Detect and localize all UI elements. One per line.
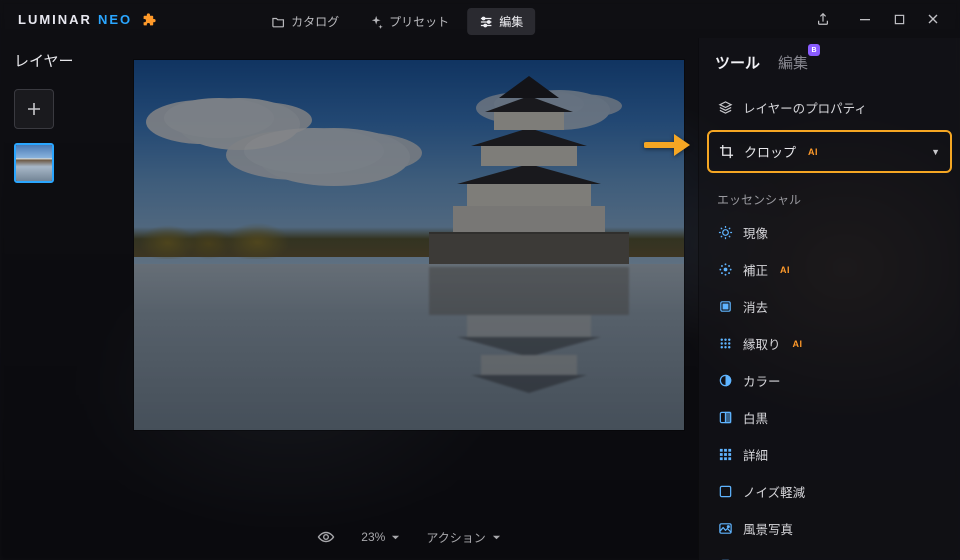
canvas-area: 23% アクション xyxy=(120,38,698,560)
relight-icon xyxy=(717,336,733,352)
color-icon xyxy=(717,373,733,389)
photo-canvas[interactable] xyxy=(134,60,684,430)
tool-vignette-label: ビネット xyxy=(743,556,793,560)
tool-color[interactable]: カラー xyxy=(699,362,960,399)
visibility-toggle[interactable] xyxy=(317,528,335,546)
close-button[interactable] xyxy=(916,4,950,34)
layers-icon xyxy=(717,100,733,116)
tab-edit-label: 編集 xyxy=(499,13,523,30)
tutorial-arrow xyxy=(644,130,692,160)
tab-presets[interactable]: プリセット xyxy=(357,8,461,35)
tool-develop-label: 現像 xyxy=(743,223,768,242)
details-icon xyxy=(717,447,733,463)
layers-sidebar: レイヤー xyxy=(0,38,120,560)
sun-icon xyxy=(717,225,733,241)
action-label: アクション xyxy=(426,529,485,546)
ai-badge: AI xyxy=(780,265,790,275)
minimize-button[interactable] xyxy=(848,4,882,34)
tool-layer-properties-label: レイヤーのプロパティ xyxy=(743,98,867,117)
crop-icon xyxy=(719,144,734,159)
tool-bw[interactable]: 白黒 xyxy=(699,399,960,436)
eraser-icon xyxy=(717,299,733,315)
chevron-down-icon: ▼ xyxy=(931,147,940,157)
enhance-icon xyxy=(717,262,733,278)
tab-edit[interactable]: 編集 xyxy=(467,8,535,35)
tool-details-label: 詳細 xyxy=(743,445,768,464)
sliders-icon xyxy=(479,15,493,29)
tool-denoise-label: ノイズ軽減 xyxy=(743,482,805,501)
zoom-control[interactable]: 23% xyxy=(361,530,400,544)
tool-erase[interactable]: 消去 xyxy=(699,288,960,325)
layer-thumbnail-selected[interactable] xyxy=(14,143,54,183)
logo-text-neo: NEO xyxy=(98,12,132,27)
tab-presets-label: プリセット xyxy=(389,13,449,30)
tool-erase-label: 消去 xyxy=(743,297,768,316)
tab-catalog-label: カタログ xyxy=(291,13,339,30)
tool-crop-label: クロップ xyxy=(744,142,796,161)
panel-tab-edit[interactable]: 編集 B xyxy=(778,52,808,73)
panel-tab-tools[interactable]: ツール xyxy=(715,52,760,73)
beta-badge: B xyxy=(808,44,820,56)
mode-tabs: カタログ プリセット 編集 xyxy=(259,8,535,35)
tool-vignette[interactable]: ビネット xyxy=(699,547,960,560)
zoom-value: 23% xyxy=(361,530,385,544)
thumbnail-image xyxy=(16,145,52,181)
share-button[interactable] xyxy=(806,4,840,34)
folder-icon xyxy=(271,15,285,29)
tool-enhance-label: 補正 xyxy=(743,260,768,279)
bw-icon xyxy=(717,410,733,426)
denoise-icon xyxy=(717,484,733,500)
tool-enhance[interactable]: 補正 AI xyxy=(699,251,960,288)
landscape-icon xyxy=(717,521,733,537)
action-menu[interactable]: アクション xyxy=(426,529,500,546)
app-logo: LUMINAR NEO xyxy=(18,11,158,27)
plugins-icon[interactable] xyxy=(142,11,158,27)
tab-catalog[interactable]: カタログ xyxy=(259,8,351,35)
tool-color-label: カラー xyxy=(743,371,781,390)
tool-relight-label: 縁取り xyxy=(743,334,781,353)
tool-develop[interactable]: 現像 xyxy=(699,214,960,251)
tool-crop-highlighted[interactable]: クロップ AI ▼ xyxy=(707,130,952,173)
logo-text-main: LUMINAR xyxy=(18,12,92,27)
window-controls xyxy=(806,4,950,34)
tools-panel: ツール 編集 B レイヤーのプロパティ クロップ AI ▼ xyxy=(698,38,960,560)
panel-tabs: ツール 編集 B xyxy=(699,52,960,89)
section-essential: エッセンシャル xyxy=(699,177,960,214)
tool-landscape[interactable]: 風景写真 xyxy=(699,510,960,547)
maximize-button[interactable] xyxy=(882,4,916,34)
add-layer-button[interactable] xyxy=(14,89,54,129)
tool-relight[interactable]: 縁取り AI xyxy=(699,325,960,362)
ai-badge: AI xyxy=(808,147,818,157)
sparkle-icon xyxy=(369,15,383,29)
tool-layer-properties[interactable]: レイヤーのプロパティ xyxy=(699,89,960,126)
tool-landscape-label: 風景写真 xyxy=(743,519,793,538)
tool-details[interactable]: 詳細 xyxy=(699,436,960,473)
tool-bw-label: 白黒 xyxy=(743,408,768,427)
ai-badge: AI xyxy=(793,339,803,349)
titlebar: LUMINAR NEO カタログ プリセット xyxy=(0,0,960,38)
canvas-status-bar: 23% アクション xyxy=(317,514,500,560)
tool-denoise[interactable]: ノイズ軽減 xyxy=(699,473,960,510)
layers-title: レイヤー xyxy=(14,50,106,71)
